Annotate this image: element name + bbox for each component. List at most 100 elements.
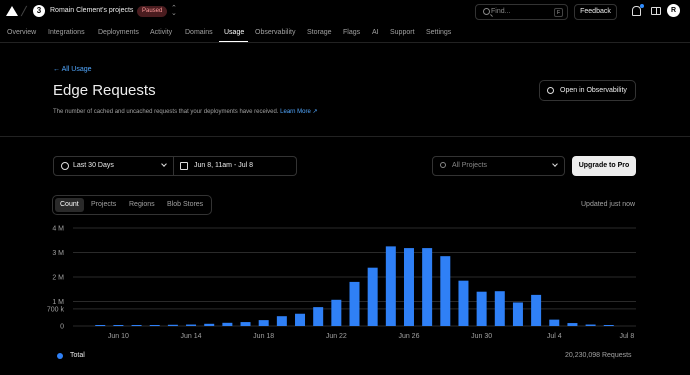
breakdown-tabs: Count Projects Regions Blob Stores <box>52 195 212 215</box>
calendar-icon <box>180 162 188 170</box>
bar-jun-25[interactable] <box>385 246 396 326</box>
projects-select[interactable]: All Projects <box>432 156 565 176</box>
search-icon <box>440 162 446 168</box>
time-range-value: Last 30 Days <box>73 162 114 169</box>
top-navbar: / 3 Romain Clement's projects Paused ⌃ ⌄ … <box>0 0 690 24</box>
subtitle-text: The number of cached and uncached reques… <box>53 109 279 115</box>
bar-jun-10[interactable] <box>113 325 124 326</box>
bar-jun-16[interactable] <box>222 322 233 326</box>
tab-observability[interactable]: Observability <box>255 29 295 36</box>
tab-ai[interactable]: AI <box>372 29 379 36</box>
tab-regions[interactable]: Regions <box>124 198 160 212</box>
tab-settings[interactable]: Settings <box>426 29 451 36</box>
bar-jul-2[interactable] <box>512 302 523 326</box>
bar-jun-19[interactable] <box>276 316 287 326</box>
legend-dot <box>57 353 63 359</box>
team-avatar[interactable]: 3 <box>33 5 45 17</box>
bar-jun-27[interactable] <box>422 248 433 326</box>
bar-jun-11[interactable] <box>131 325 142 326</box>
chevron-down-icon <box>552 161 558 167</box>
bar-jun-14[interactable] <box>186 324 197 326</box>
edge-requests-chart: 0 700 k1 M 2 M 3 M 4 M Jun 10 Jun 14 Jun 18 Jun … <box>47 226 636 340</box>
tab-blob-stores[interactable]: Blob Stores <box>162 198 208 212</box>
bar-jun-21[interactable] <box>313 307 324 326</box>
search-input[interactable]: Find... F <box>475 4 568 20</box>
tab-projects[interactable]: Projects <box>86 198 121 212</box>
bar-jul-6[interactable] <box>585 324 596 326</box>
tab-support[interactable]: Support <box>390 29 415 36</box>
search-icon <box>483 8 490 15</box>
y-tick-label: 0 <box>60 324 64 331</box>
search-shortcut-key: F <box>554 8 563 17</box>
tab-integrations[interactable]: Integrations <box>48 29 85 36</box>
bar-jul-7[interactable] <box>603 325 614 326</box>
active-tab-indicator <box>219 41 248 42</box>
observability-icon <box>547 87 554 94</box>
y-tick-label: 1 M <box>52 299 64 306</box>
updated-status: Updated just now <box>581 201 636 208</box>
total-requests: 20,230,098 Requests <box>565 352 632 359</box>
bar-jul-5[interactable] <box>567 323 578 326</box>
x-tick-label: Jun 30 <box>471 333 492 340</box>
x-tick-label: Jun 26 <box>398 333 419 340</box>
learn-more-label: Learn More <box>280 109 311 115</box>
bar-jun-13[interactable] <box>167 324 178 326</box>
date-range-value: Jun 8, 11am - Jul 8 <box>194 162 254 169</box>
tab-usage[interactable]: Usage <box>224 29 244 36</box>
bar-jun-15[interactable] <box>204 323 215 326</box>
x-tick-label: Jun 22 <box>326 333 347 340</box>
bar-jun-23[interactable] <box>349 281 360 326</box>
bar-jun-24[interactable] <box>367 267 378 326</box>
clock-icon <box>61 162 69 170</box>
tab-domains[interactable]: Domains <box>185 29 213 36</box>
tab-activity[interactable]: Activity <box>150 29 172 36</box>
tab-overview[interactable]: Overview <box>7 29 36 36</box>
date-range-picker[interactable]: Jun 8, 11am - Jul 8 <box>174 156 297 176</box>
bar-jun-18[interactable] <box>258 320 269 326</box>
open-observability-button[interactable]: Open in Observability <box>539 80 636 101</box>
tab-storage[interactable]: Storage <box>307 29 332 36</box>
bar-jun-28[interactable] <box>440 256 451 326</box>
projects-placeholder: All Projects <box>452 162 488 169</box>
back-link[interactable]: ← All Usage <box>53 66 92 73</box>
y-tick-label: 3 M <box>52 250 64 257</box>
bell-icon[interactable] <box>632 6 641 16</box>
team-name[interactable]: Romain Clement's projects <box>50 7 133 14</box>
user-avatar[interactable]: R <box>667 4 680 17</box>
upgrade-button[interactable]: Upgrade to Pro <box>572 156 636 176</box>
bar-jun-26[interactable] <box>403 248 414 326</box>
bar-jul-4[interactable] <box>549 319 560 326</box>
page-title: Edge Requests <box>53 82 156 99</box>
vercel-logo-icon[interactable] <box>6 6 18 16</box>
bar-jun-17[interactable] <box>240 322 251 326</box>
tab-count[interactable]: Count <box>55 198 84 212</box>
y-tick-label: 4 M <box>52 226 64 233</box>
tab-deployments[interactable]: Deployments <box>98 29 139 36</box>
notification-dot <box>640 4 644 8</box>
tab-flags[interactable]: Flags <box>343 29 360 36</box>
book-icon[interactable] <box>651 7 661 15</box>
bar-jul-3[interactable] <box>531 294 542 326</box>
feedback-button[interactable]: Feedback <box>574 4 617 20</box>
arrow-left-icon: ← <box>53 66 60 73</box>
bar-jun-29[interactable] <box>458 280 469 326</box>
bar-jun-20[interactable] <box>295 313 306 326</box>
time-range-select[interactable]: Last 30 Days <box>53 156 174 176</box>
bar-jun-9[interactable] <box>95 325 106 326</box>
learn-more-link[interactable]: Learn More ↗ <box>280 109 317 115</box>
chevron-down-icon <box>161 161 167 167</box>
breadcrumb-separator: / <box>19 3 29 19</box>
observability-button-label: Open in Observability <box>560 87 627 94</box>
bar-jun-30[interactable] <box>476 291 487 326</box>
chevron-updown-icon[interactable]: ⌃ ⌄ <box>171 5 177 17</box>
search-placeholder: Find... <box>491 8 511 15</box>
external-link-icon: ↗ <box>312 109 318 115</box>
bar-jun-22[interactable] <box>331 299 342 326</box>
x-tick-label: Jul 4 <box>547 333 562 340</box>
x-tick-label: Jun 10 <box>108 333 129 340</box>
back-link-label: All Usage <box>61 66 92 73</box>
bar-jun-12[interactable] <box>149 325 160 326</box>
page-subtitle: The number of cached and uncached reques… <box>53 108 318 115</box>
bar-jul-1[interactable] <box>494 291 505 326</box>
legend-label: Total <box>70 352 85 359</box>
